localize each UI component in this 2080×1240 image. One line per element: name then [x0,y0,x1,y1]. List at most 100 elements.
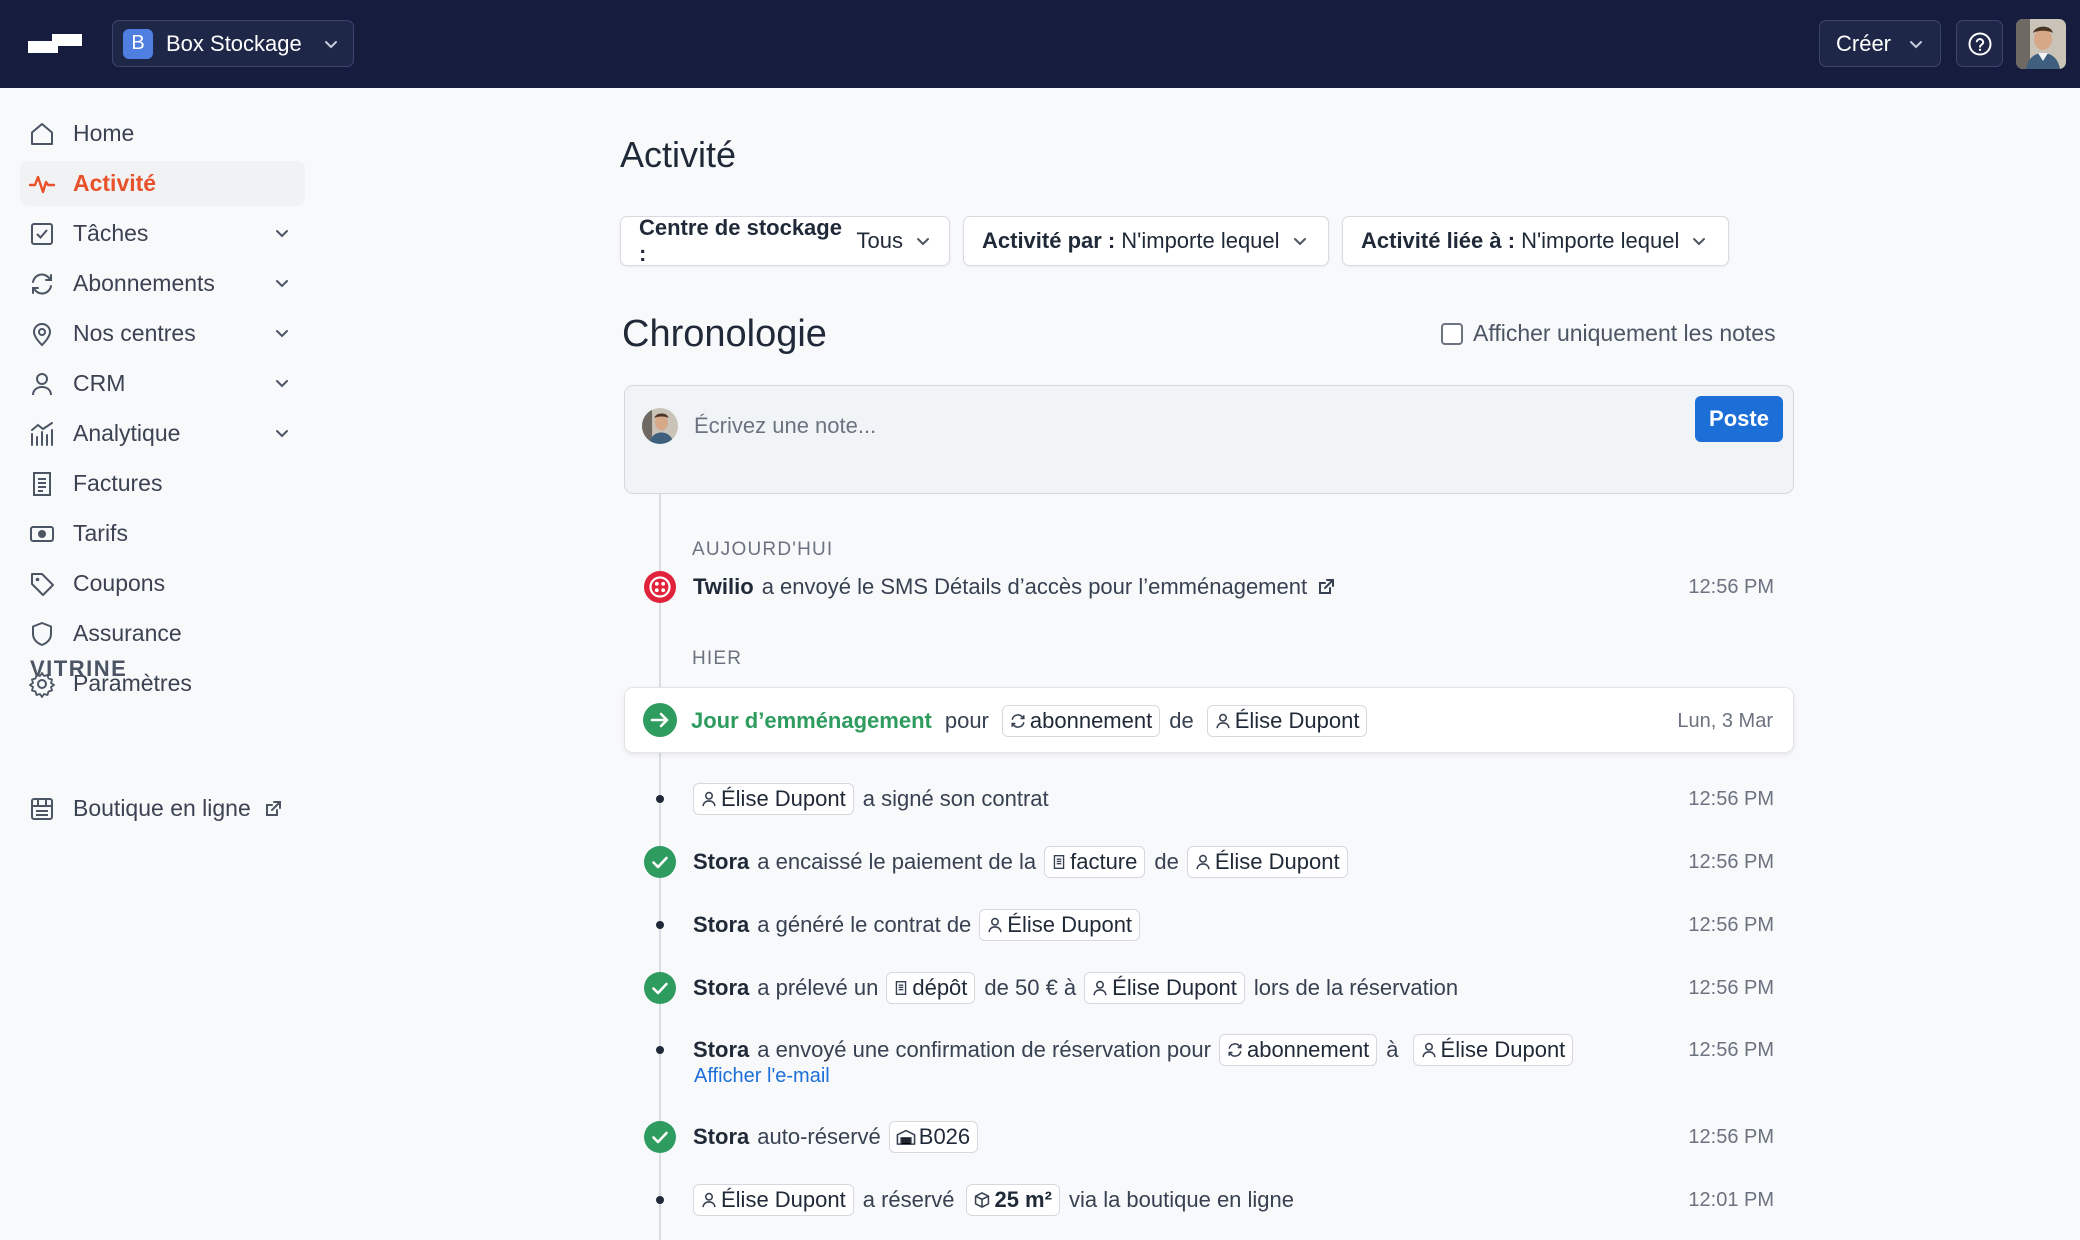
filter-storage-center[interactable]: Centre de stockage : Tous [620,215,950,266]
customer-chip[interactable]: Élise Dupont [1084,972,1245,1004]
timeline-event: Stora a envoyé une confirmation de réser… [624,1025,1794,1095]
event-time: 12:01 PM [1688,1189,1774,1211]
subscription-chip[interactable]: abonnement [1218,1034,1378,1066]
user-icon [702,1192,716,1208]
unit-chip[interactable]: B026 [888,1121,979,1153]
check-icon [644,972,676,1004]
chevron-down-icon [1908,36,1924,52]
user-avatar[interactable] [2016,19,2066,69]
event-text: a généré le contrat de [757,912,972,937]
sidebar-item-coupons[interactable]: Coupons [20,561,305,606]
event-text: a réservé [862,1187,955,1212]
customer-chip[interactable]: Élise Dupont [693,783,854,815]
box-icon [975,1192,990,1208]
subscriptions-icon [1011,714,1025,728]
filter-activity-by[interactable]: Activité par : N'importe lequel [963,216,1329,266]
event-actor: Stora [693,1037,750,1062]
top-bar: B Box Stockage Créer [0,0,2080,88]
filter-label: Centre de stockage : [639,215,842,266]
event-text: de [1154,849,1179,874]
bullet-dot [644,909,676,941]
customer-chip[interactable]: Élise Dupont [1186,846,1348,878]
filter-activity-linked[interactable]: Activité liée à : N'importe lequel [1342,216,1729,266]
sidebar-item-analytics[interactable]: Analytique [20,411,305,456]
sidebar-item-pricing[interactable]: Tarifs [20,511,305,556]
subscriptions-icon [28,270,56,298]
filter-value: Tous [856,228,903,253]
bullet-dot [644,1034,676,1066]
customer-chip[interactable]: Élise Dupont [1412,1034,1574,1066]
user-icon [1421,1042,1436,1058]
sidebar-item-home[interactable]: Home [20,111,305,156]
sidebar-item-label: Activité [73,170,157,196]
sidebar-item-label: Home [73,120,135,146]
customer-chip[interactable]: Élise Dupont [1206,705,1368,737]
timeline-event: Stora a prélevé un dépôt de 50 € à Élise… [624,963,1794,1013]
invoice-chip[interactable]: facture [1044,846,1146,878]
help-button[interactable] [1956,20,2003,67]
event-text: lors de la réservation [1253,975,1459,1000]
view-email-link[interactable]: Afficher l'e-mail [694,1065,830,1088]
notes-only-label: Afficher uniquement les notes [1473,320,1776,346]
sidebar-item-centers[interactable]: Nos centres [20,311,305,356]
sidebar-item-subscriptions[interactable]: Abonnements [20,261,305,306]
event-text: a encaissé le paiement de la [757,849,1037,874]
tasks-icon [28,220,56,248]
notes-only-toggle[interactable]: Afficher uniquement les notes [1441,320,1776,347]
sidebar-item-tasks[interactable]: Tâches [20,211,305,256]
chevron-down-icon [1292,233,1308,249]
logo-icon[interactable] [28,28,84,62]
event-time: 12:56 PM [1688,977,1774,999]
unit-icon [896,1129,916,1145]
event-actor: Stora [693,849,750,874]
filter-value: N'importe lequel [1121,228,1280,253]
timeline-event: Twilio a envoyé le SMS Détails d’accès p… [624,562,1794,612]
customer-chip[interactable]: Élise Dupont [693,1184,854,1216]
note-composer: Poste [624,385,1794,494]
create-button[interactable]: Créer [1819,20,1941,67]
tag-icon [28,570,56,598]
sidebar-item-insurance[interactable]: Assurance [20,611,305,656]
filter-label: Activité liée à : [1361,228,1516,253]
event-text: a signé son contrat [862,786,1049,811]
size-chip[interactable]: 25 m² [966,1184,1060,1216]
event-time: 12:56 PM [1688,576,1774,598]
move-in-card[interactable]: Jour d’emménagement pour abonnement de É… [624,687,1794,753]
event-time: 12:56 PM [1688,851,1774,873]
check-icon [644,846,676,878]
deposit-chip[interactable]: dépôt [886,972,976,1004]
user-icon [28,370,56,398]
sidebar-item-label: CRM [73,370,126,396]
store-selector[interactable]: B Box Stockage [112,20,354,67]
bullet-dot [644,1184,676,1216]
arrow-right-icon [643,703,677,737]
customer-chip[interactable]: Élise Dupont [979,909,1141,941]
invoice-icon [896,981,907,995]
invoice-icon [28,470,56,498]
store-name: Box Stockage [166,30,302,56]
event-text: à [1386,1037,1399,1062]
check-icon [644,1121,676,1153]
sidebar-item-crm[interactable]: CRM [20,361,305,406]
sidebar-item-invoices[interactable]: Factures [20,461,305,506]
subscriptions-icon [1228,1043,1242,1057]
notes-only-checkbox[interactable] [1441,322,1463,345]
chevron-down-icon [1691,233,1707,249]
bullet-dot [644,783,676,815]
timeline-event: Stora auto-réservé B026 12:56 PM [624,1112,1794,1162]
day-label-today: AUJOURD'HUI [692,539,834,560]
shield-icon [28,620,56,648]
note-input[interactable] [694,410,1674,442]
external-link-icon[interactable] [1316,577,1336,597]
post-button[interactable]: Poste [1695,396,1783,442]
chevron-down-icon [274,225,290,241]
chevron-down-icon [274,275,290,291]
sidebar-item-activity[interactable]: Activité [20,161,305,206]
subscription-chip[interactable]: abonnement [1001,705,1161,737]
sidebar-item-online-shop[interactable]: Boutique en ligne [20,786,305,831]
twilio-icon [644,571,676,603]
timeline-event: Élise Dupont a réservé 25 m² via la bout… [624,1175,1794,1225]
sidebar-item-label: Tâches [73,220,149,246]
timeline-event: Stora a généré le contrat de Élise Dupon… [624,900,1794,950]
event-time: 12:56 PM [1688,1126,1774,1148]
